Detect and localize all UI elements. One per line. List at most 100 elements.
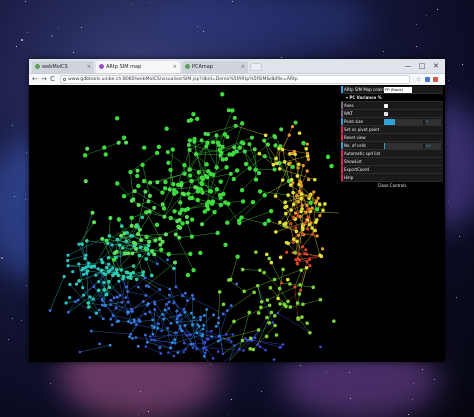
network-node[interactable] <box>267 303 272 308</box>
network-node[interactable] <box>84 253 88 257</box>
network-node[interactable] <box>128 169 133 175</box>
minimize-button[interactable]: — <box>401 61 415 71</box>
network-node[interactable] <box>298 252 302 256</box>
network-node[interactable] <box>158 346 162 349</box>
network-node[interactable] <box>150 324 154 328</box>
network-node[interactable] <box>232 145 237 150</box>
network-node[interactable] <box>157 236 162 241</box>
network-node[interactable] <box>314 207 320 212</box>
network-node[interactable] <box>105 292 109 296</box>
close-window-button[interactable]: ✕ <box>429 61 443 71</box>
network-node[interactable] <box>224 165 229 170</box>
network-node[interactable] <box>103 152 108 157</box>
network-node[interactable] <box>136 183 141 189</box>
network-node[interactable] <box>141 270 146 274</box>
network-node[interactable] <box>308 264 312 268</box>
network-node[interactable] <box>254 250 258 254</box>
network-node[interactable] <box>225 220 230 225</box>
network-node[interactable] <box>104 265 109 270</box>
network-node[interactable] <box>240 199 246 204</box>
network-node[interactable] <box>100 236 105 241</box>
network-node[interactable] <box>188 333 192 337</box>
network-node[interactable] <box>170 341 174 344</box>
network-node[interactable] <box>160 202 165 207</box>
network-node[interactable] <box>195 197 200 203</box>
network-node[interactable] <box>191 268 196 273</box>
network-node[interactable] <box>274 230 278 234</box>
network-node[interactable] <box>295 301 300 305</box>
network-node[interactable] <box>286 193 290 197</box>
network-node[interactable] <box>287 133 291 137</box>
network-node[interactable] <box>76 298 80 302</box>
network-node[interactable] <box>114 255 118 260</box>
nb-cells-input[interactable]: 54 <box>425 143 441 149</box>
network-node[interactable] <box>278 302 282 306</box>
network-node[interactable] <box>183 323 187 327</box>
network-node[interactable] <box>210 335 214 338</box>
network-node[interactable] <box>187 148 192 153</box>
network-node[interactable] <box>117 279 121 283</box>
network-node[interactable] <box>203 131 208 136</box>
network-node[interactable] <box>210 329 213 333</box>
network-node[interactable] <box>296 162 301 167</box>
network-node[interactable] <box>204 203 210 208</box>
network-node[interactable] <box>239 215 244 220</box>
showlist-button[interactable]: ShowList <box>344 159 362 164</box>
reload-button[interactable]: C <box>50 75 55 84</box>
network-node[interactable] <box>191 323 194 327</box>
network-node[interactable] <box>315 234 319 238</box>
network-node[interactable] <box>73 300 77 304</box>
network-node[interactable] <box>305 151 310 156</box>
network-node[interactable] <box>117 319 121 323</box>
network-node[interactable] <box>280 147 285 152</box>
network-node[interactable] <box>163 232 168 237</box>
network-node[interactable] <box>230 108 235 113</box>
network-node[interactable] <box>166 160 171 166</box>
network-node[interactable] <box>154 150 160 156</box>
network-node[interactable] <box>144 284 148 288</box>
network-node[interactable] <box>121 276 125 281</box>
network-node[interactable] <box>264 348 267 352</box>
network-node[interactable] <box>166 258 169 262</box>
network-node[interactable] <box>100 260 105 265</box>
network-node[interactable] <box>291 190 295 195</box>
network-node[interactable] <box>332 319 336 323</box>
network-node[interactable] <box>269 310 274 315</box>
network-node[interactable] <box>110 243 114 247</box>
network-node[interactable] <box>247 166 252 171</box>
network-node[interactable] <box>82 293 86 297</box>
network-node[interactable] <box>233 344 236 347</box>
network-node[interactable] <box>77 279 81 283</box>
network-node[interactable] <box>189 178 194 184</box>
network-node[interactable] <box>136 224 140 229</box>
network-node[interactable] <box>210 172 216 177</box>
network-node[interactable] <box>143 189 148 194</box>
network-node[interactable] <box>312 190 316 194</box>
network-node[interactable] <box>64 301 68 305</box>
network-node[interactable] <box>136 285 140 289</box>
network-node[interactable] <box>156 144 162 150</box>
network-node[interactable] <box>272 358 276 361</box>
network-node[interactable] <box>242 349 245 352</box>
network-node[interactable] <box>288 305 293 309</box>
network-node[interactable] <box>217 143 222 148</box>
network-node[interactable] <box>181 294 184 298</box>
network-node[interactable] <box>204 144 209 149</box>
network-node[interactable] <box>280 178 285 182</box>
network-node[interactable] <box>74 282 79 286</box>
page-info-icon[interactable] <box>63 78 66 81</box>
network-node[interactable] <box>167 351 170 354</box>
network-node[interactable] <box>189 217 195 222</box>
network-node[interactable] <box>278 255 283 260</box>
network-node[interactable] <box>267 321 272 325</box>
network-node[interactable] <box>132 189 137 194</box>
network-node[interactable] <box>301 164 305 168</box>
network-node[interactable] <box>218 179 223 184</box>
set-pivot-row[interactable]: Set as pivot point <box>341 126 443 134</box>
network-node[interactable] <box>221 302 226 307</box>
network-node[interactable] <box>172 266 176 271</box>
network-node[interactable] <box>67 310 70 314</box>
network-node[interactable] <box>187 138 193 143</box>
network-node[interactable] <box>301 302 305 307</box>
network-node[interactable] <box>88 315 92 319</box>
